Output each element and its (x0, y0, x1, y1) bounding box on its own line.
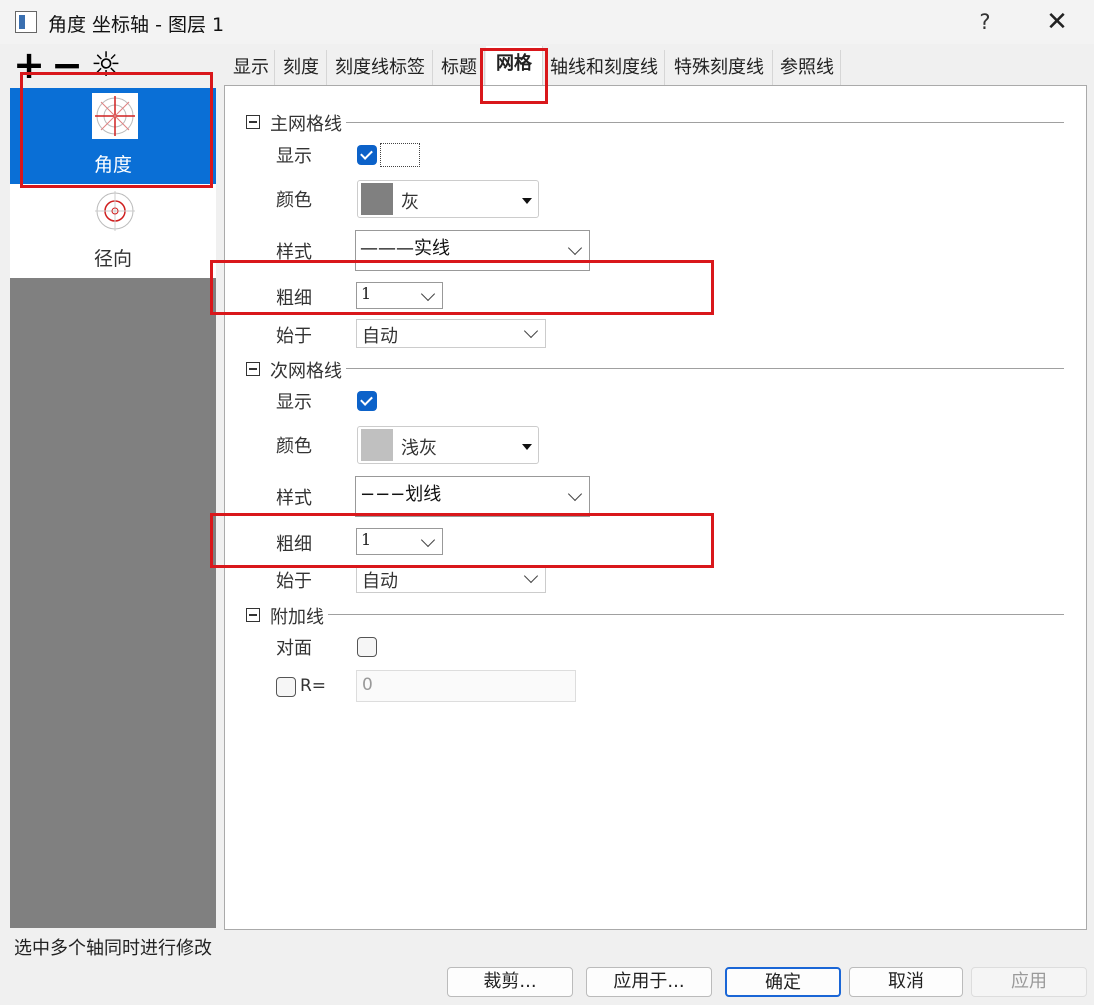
r-label: R= (300, 676, 327, 696)
tab-title[interactable]: 标题 (434, 50, 485, 86)
help-button[interactable]: ? (970, 6, 1000, 38)
collapse-minor-icon[interactable] (246, 362, 260, 376)
major-show-label: 显示 (276, 146, 312, 167)
minor-color-label: 颜色 (276, 436, 312, 457)
apply-button[interactable]: 应用 (971, 967, 1087, 997)
major-color-label: 颜色 (276, 190, 312, 211)
color-swatch (361, 429, 393, 461)
color-swatch (361, 183, 393, 215)
dropdown-arrow-icon (522, 444, 532, 450)
section-divider (346, 122, 1064, 123)
grid-tab-panel (224, 85, 1087, 930)
minor-grid-title: 次网格线 (270, 361, 342, 382)
apply-to-button[interactable]: 应用于... (586, 967, 712, 997)
crop-button[interactable]: 裁剪... (447, 967, 573, 997)
minor-start-value: 自动 (362, 571, 398, 592)
major-show-checkbox[interactable] (357, 145, 377, 165)
cancel-button[interactable]: 取消 (849, 967, 963, 997)
major-start-value: 自动 (362, 326, 398, 347)
dropdown-arrow-icon (522, 198, 532, 204)
minor-start-label: 始于 (276, 571, 312, 592)
r-value: 0 (362, 675, 373, 695)
highlight-angular-item (20, 72, 213, 188)
status-hint: 选中多个轴同时进行修改 (14, 938, 212, 959)
window-title: 角度 坐标轴 - 图层 1 (48, 14, 225, 36)
major-show-focus-rect (380, 143, 420, 167)
major-grid-title: 主网格线 (270, 114, 342, 135)
r-value-input[interactable] (356, 670, 576, 702)
minor-style-label: 样式 (276, 488, 312, 509)
r-checkbox[interactable] (276, 677, 296, 697)
tab-reference-lines[interactable]: 参照线 (774, 50, 841, 86)
collapse-major-icon[interactable] (246, 115, 260, 129)
highlight-major-width (210, 260, 714, 315)
radial-axis-icon (92, 188, 138, 234)
minor-show-checkbox[interactable] (357, 391, 377, 411)
tab-scale[interactable]: 刻度 (276, 50, 327, 86)
tab-tick-labels[interactable]: 刻度线标签 (328, 50, 433, 86)
highlight-grid-tab (480, 48, 548, 104)
app-icon (15, 11, 37, 33)
opposite-label: 对面 (276, 638, 312, 659)
minor-show-label: 显示 (276, 392, 312, 413)
ok-button[interactable]: 确定 (725, 967, 841, 997)
tab-axis-lines-ticks[interactable]: 轴线和刻度线 (544, 50, 665, 86)
major-style-value: ———实线 (360, 238, 450, 259)
highlight-minor-width (210, 513, 714, 568)
extra-lines-title: 附加线 (270, 607, 324, 628)
minor-color-value: 浅灰 (401, 438, 437, 459)
minor-style-value: −−−划线 (360, 484, 442, 505)
axis-item-label: 径向 (93, 248, 132, 270)
major-start-label: 始于 (276, 326, 312, 347)
close-button[interactable]: ✕ (1040, 6, 1074, 38)
section-divider (328, 614, 1064, 615)
tab-special-ticks[interactable]: 特殊刻度线 (666, 50, 773, 86)
section-divider (346, 368, 1064, 369)
tab-display[interactable]: 显示 (228, 50, 275, 86)
major-color-value: 灰 (401, 192, 419, 213)
opposite-checkbox[interactable] (357, 637, 377, 657)
collapse-extra-icon[interactable] (246, 608, 260, 622)
